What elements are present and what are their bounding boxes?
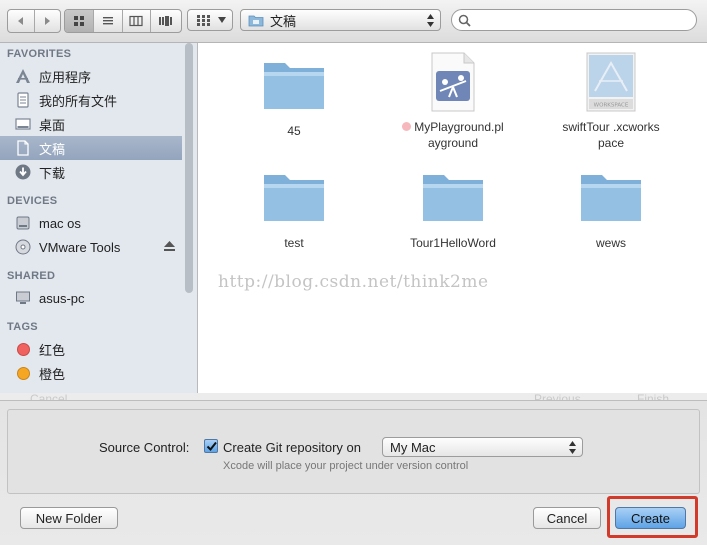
cd-icon <box>15 239 31 255</box>
download-icon <box>15 164 31 180</box>
location-label: 文稿 <box>270 13 297 29</box>
cancel-button[interactable]: Cancel <box>533 507 601 529</box>
file-item-test[interactable]: test <box>219 169 369 251</box>
sidebar-item-downloads[interactable]: 下载 <box>0 160 182 184</box>
workspace-file-icon: WORKSPACE <box>586 52 636 112</box>
column-view-button[interactable] <box>123 10 152 32</box>
repository-location-value: My Mac <box>390 439 436 455</box>
folder-icon <box>581 175 641 221</box>
icon-view-button[interactable] <box>65 10 94 32</box>
sidebar-item-label: 红色 <box>39 342 66 358</box>
git-checkbox-label[interactable]: Create Git repository on <box>223 440 361 455</box>
file-item-tour1helloword[interactable]: Tour1HelloWord <box>378 169 528 251</box>
cover-flow-button[interactable] <box>151 10 181 32</box>
search-input[interactable] <box>475 12 689 28</box>
svg-text:WORKSPACE: WORKSPACE <box>594 103 629 109</box>
computer-icon <box>15 290 31 306</box>
sidebar-item-label: 应用程序 <box>39 69 92 85</box>
file-name: MyPlayground.pl ayground <box>378 119 528 151</box>
file-name: Tour1HelloWord <box>410 236 496 250</box>
devices-header: DEVICES <box>7 195 58 207</box>
search-field[interactable] <box>451 9 697 31</box>
all-files-icon <box>15 92 31 108</box>
list-view-button[interactable] <box>94 10 123 32</box>
file-item-swifttour[interactable]: WORKSPACE swiftTour .xcworks pace <box>536 51 686 151</box>
view-mode-control <box>64 9 182 33</box>
sidebar-item-desktop[interactable]: 桌面 <box>0 112 182 136</box>
folder-icon <box>423 175 483 221</box>
updown-arrows-icon <box>569 441 576 454</box>
watermark: http://blog.csdn.net/think2me <box>218 272 489 292</box>
grid-icon <box>197 14 210 26</box>
source-control-note: Xcode will place your project under vers… <box>223 460 469 472</box>
source-control-group: Source Control: Create Git repository on… <box>7 409 700 494</box>
sidebar-scrollbar[interactable] <box>185 43 193 293</box>
sidebar-item-tag-red[interactable]: 红色 <box>0 337 182 361</box>
tags-header: TAGS <box>7 321 38 333</box>
sidebar-item-label: asus-pc <box>39 290 85 306</box>
chevron-down-icon <box>218 17 226 23</box>
checkmark-icon <box>206 441 217 451</box>
eject-icon[interactable] <box>164 241 175 252</box>
sidebar-item-mac-os[interactable]: mac os <box>0 211 182 235</box>
list-view-icon <box>102 17 113 25</box>
arrange-menu[interactable] <box>187 9 233 31</box>
repository-location-popup[interactable]: My Mac <box>382 437 583 457</box>
tag-red-dot-icon <box>15 341 31 357</box>
file-name: swiftTour .xcworks pace <box>562 120 660 150</box>
source-control-label: Source Control: <box>99 440 190 455</box>
sidebar-item-label: mac os <box>39 215 81 231</box>
create-button-highlight <box>607 496 698 538</box>
sidebar-item-asus-pc[interactable]: asus-pc <box>0 286 182 310</box>
desktop-icon <box>15 116 31 132</box>
toolbar: 文稿 <box>0 0 707 43</box>
tag-dot-icon <box>402 122 412 131</box>
apps-icon <box>15 68 31 84</box>
playground-file-icon <box>431 52 475 112</box>
sidebar-item-documents[interactable]: 文稿 <box>0 136 182 160</box>
git-checkbox[interactable] <box>204 439 218 453</box>
file-name: test <box>284 236 304 250</box>
shared-header: SHARED <box>7 270 56 282</box>
back-button[interactable] <box>8 10 35 32</box>
sidebar-item-label: VMware Tools <box>39 239 121 255</box>
column-view-icon <box>129 15 143 27</box>
sidebar-item-label: 文稿 <box>39 141 66 157</box>
sidebar-item-label: 下载 <box>39 165 66 181</box>
folder-icon <box>264 175 324 221</box>
new-folder-button[interactable]: New Folder <box>20 507 118 529</box>
bottom-panel: Source Control: Create Git repository on… <box>0 400 707 545</box>
sidebar-item-applications[interactable]: 应用程序 <box>0 64 182 88</box>
sidebar-item-tag-orange[interactable]: 橙色 <box>0 361 182 385</box>
file-item-wews[interactable]: wews <box>536 169 686 251</box>
forward-button[interactable] <box>35 10 61 32</box>
chevron-right-icon <box>45 17 51 25</box>
sidebar-item-label: 我的所有文件 <box>39 93 118 109</box>
sidebar: FAVORITES 应用程序 我的所有文件 桌面 文稿 下载 DEVICES m… <box>0 43 198 393</box>
folder-icon <box>264 63 324 109</box>
file-item-45[interactable]: 45 <box>219 57 369 139</box>
updown-arrows-icon <box>427 14 434 27</box>
tag-orange-dot-icon <box>15 365 31 381</box>
file-browser: 45 MyPlayground.pl ayground WORKSPACE swi… <box>198 43 707 393</box>
file-item-myplayground[interactable]: MyPlayground.pl ayground <box>378 51 528 151</box>
sidebar-item-vmware-tools[interactable]: VMware Tools <box>0 235 182 259</box>
favorites-header: FAVORITES <box>7 48 72 60</box>
chevron-left-icon <box>17 17 23 25</box>
folder-icon <box>248 15 264 26</box>
file-name: wews <box>595 236 626 250</box>
cover-flow-icon <box>159 16 173 26</box>
sidebar-item-label: 桌面 <box>39 117 66 133</box>
file-name: 45 <box>287 124 301 138</box>
icon-view-icon <box>73 16 84 26</box>
navigation-buttons <box>7 9 61 33</box>
documents-icon <box>15 140 31 156</box>
search-icon <box>458 14 471 27</box>
location-popup[interactable]: 文稿 <box>240 9 441 31</box>
sidebar-item-label: 橙色 <box>39 366 66 382</box>
sidebar-item-all-files[interactable]: 我的所有文件 <box>0 88 182 112</box>
disk-icon <box>15 215 31 231</box>
